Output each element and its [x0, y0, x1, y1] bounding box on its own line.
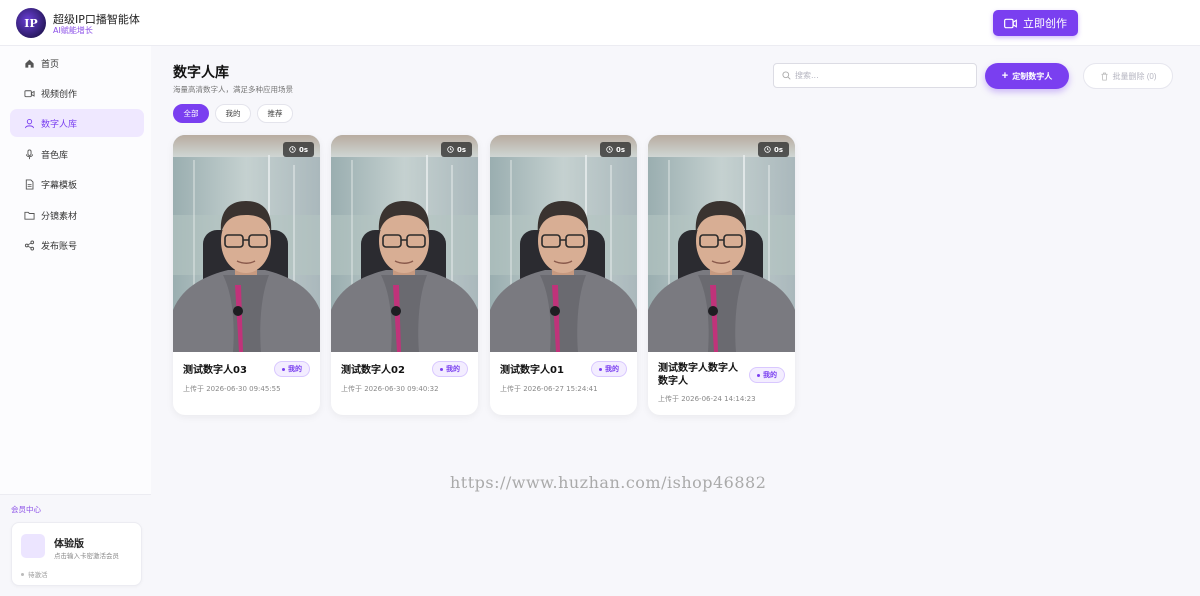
- sidebar-item-publish-accounts[interactable]: 发布账号: [10, 231, 144, 259]
- plus-icon: +: [1001, 70, 1009, 82]
- batch-delete-button[interactable]: 批量删除 (0): [1083, 63, 1173, 89]
- digital-human-thumbnail[interactable]: [173, 135, 320, 352]
- duration-text: 0s: [456, 145, 466, 154]
- digital-human-card[interactable]: 0s 测试数字人02 我的 上传于 2026-06-30 09:40:32: [331, 135, 478, 415]
- search-icon: [782, 71, 791, 80]
- card-upload-time: 上传于 2026-06-27 15:24:41: [500, 385, 598, 393]
- user-icon: [24, 118, 35, 129]
- digital-human-thumbnail[interactable]: [490, 135, 637, 352]
- card-tag: 我的: [749, 367, 785, 383]
- duration-text: 0s: [298, 145, 308, 154]
- sidebar-item-label: 分镜素材: [41, 211, 78, 222]
- member-status-text: 待激活: [28, 571, 48, 579]
- watermark-text: https://www.huzhan.com/ishop46882: [450, 473, 767, 492]
- card-name: 测试数字人数字人数字人: [658, 363, 738, 387]
- microphone-icon: [24, 148, 35, 160]
- duration-badge: 0s: [282, 142, 314, 157]
- filter-tab-recommended[interactable]: 推荐: [257, 104, 293, 123]
- video-camera-icon: [1004, 18, 1017, 28]
- sidebar: 首页 视频创作 数字人库 音色库 字幕模板 分镜素材 发布账号 会员中心 体验版…: [0, 46, 151, 596]
- card-tag-label: 我的: [605, 365, 619, 373]
- folder-icon: [24, 210, 35, 221]
- page-title: 数字人库: [173, 65, 229, 81]
- create-now-button[interactable]: 立即创作: [993, 10, 1078, 36]
- custom-digital-human-button[interactable]: + 定制数字人: [985, 63, 1069, 89]
- sidebar-item-label: 首页: [41, 59, 60, 70]
- batch-delete-label: 批量删除 (0): [1112, 71, 1157, 81]
- member-plan-icon: [21, 534, 45, 558]
- card-name: 测试数字人02: [341, 365, 405, 376]
- card-upload-time: 上传于 2026-06-24 14:14:23: [658, 395, 756, 403]
- digital-human-card[interactable]: 0s 测试数字人数字人数字人 我的 上传于 2026-06-24 14:14:2…: [648, 135, 795, 415]
- sidebar-item-voice-library[interactable]: 音色库: [10, 140, 144, 168]
- duration-badge: 0s: [757, 142, 789, 157]
- status-dot-icon: [21, 572, 24, 576]
- card-name: 测试数字人03: [183, 365, 247, 376]
- member-plan-desc: 点击输入卡密激活会员: [54, 552, 119, 560]
- clock-icon: [289, 146, 296, 153]
- card-tag: 我的: [274, 361, 310, 377]
- sidebar-item-label: 音色库: [41, 150, 69, 161]
- sidebar-item-storyboard-materials[interactable]: 分镜素材: [10, 201, 144, 229]
- duration-text: 0s: [773, 145, 783, 154]
- trash-icon: [1100, 72, 1108, 81]
- duration-badge: 0s: [599, 142, 631, 157]
- search-box[interactable]: [773, 63, 977, 88]
- sidebar-item-label: 视频创作: [41, 89, 78, 100]
- clock-icon: [447, 146, 454, 153]
- clock-icon: [764, 146, 771, 153]
- tag-dot-icon: [757, 373, 760, 377]
- document-icon: [24, 178, 35, 190]
- sidebar-item-digital-human-library[interactable]: 数字人库: [10, 109, 144, 137]
- share-icon: [24, 240, 35, 251]
- custom-digital-human-label: 定制数字人: [1012, 71, 1053, 81]
- member-center-title: 会员中心: [11, 505, 41, 514]
- member-center: 会员中心 体验版 点击输入卡密激活会员 待激活: [0, 494, 151, 596]
- sidebar-item-home[interactable]: 首页: [10, 49, 144, 77]
- video-icon: [24, 88, 35, 99]
- duration-text: 0s: [615, 145, 625, 154]
- sidebar-item-label: 发布账号: [41, 241, 78, 252]
- card-tag-label: 我的: [763, 371, 777, 379]
- sidebar-item-video-creation[interactable]: 视频创作: [10, 79, 144, 107]
- tag-dot-icon: [282, 367, 285, 371]
- card-tag: 我的: [591, 361, 627, 377]
- home-icon: [24, 58, 35, 69]
- app-subtitle: AI赋能增长: [53, 26, 93, 35]
- card-tag: 我的: [432, 361, 468, 377]
- tag-dot-icon: [440, 367, 443, 371]
- card-upload-time: 上传于 2026-06-30 09:40:32: [341, 385, 439, 393]
- member-card[interactable]: 体验版 点击输入卡密激活会员 待激活: [11, 522, 142, 586]
- tag-dot-icon: [599, 367, 602, 371]
- app-header: IP 超级IP口播智能体 AI赋能增长 立即创作: [0, 0, 1200, 46]
- create-now-label: 立即创作: [1023, 18, 1067, 30]
- member-plan-name: 体验版: [54, 539, 84, 550]
- card-tag-label: 我的: [288, 365, 302, 373]
- app-logo[interactable]: IP: [16, 8, 46, 38]
- sidebar-item-subtitle-templates[interactable]: 字幕模板: [10, 170, 144, 198]
- sidebar-item-label: 数字人库: [41, 119, 78, 130]
- page-subtitle: 海量高清数字人，满足多种应用场景: [173, 85, 293, 94]
- filter-tab-mine[interactable]: 我的: [215, 104, 251, 123]
- digital-human-card[interactable]: 0s 测试数字人03 我的 上传于 2026-06-30 09:45:55: [173, 135, 320, 415]
- card-tag-label: 我的: [446, 365, 460, 373]
- filter-tab-all[interactable]: 全部: [173, 104, 209, 123]
- digital-human-card[interactable]: 0s 测试数字人01 我的 上传于 2026-06-27 15:24:41: [490, 135, 637, 415]
- digital-human-thumbnail[interactable]: [331, 135, 478, 352]
- card-upload-time: 上传于 2026-06-30 09:45:55: [183, 385, 281, 393]
- duration-badge: 0s: [440, 142, 472, 157]
- search-input[interactable]: [795, 71, 965, 80]
- sidebar-item-label: 字幕模板: [41, 180, 78, 191]
- card-name: 测试数字人01: [500, 365, 564, 376]
- clock-icon: [606, 146, 613, 153]
- member-status: 待激活: [21, 569, 48, 579]
- digital-human-thumbnail[interactable]: [648, 135, 795, 352]
